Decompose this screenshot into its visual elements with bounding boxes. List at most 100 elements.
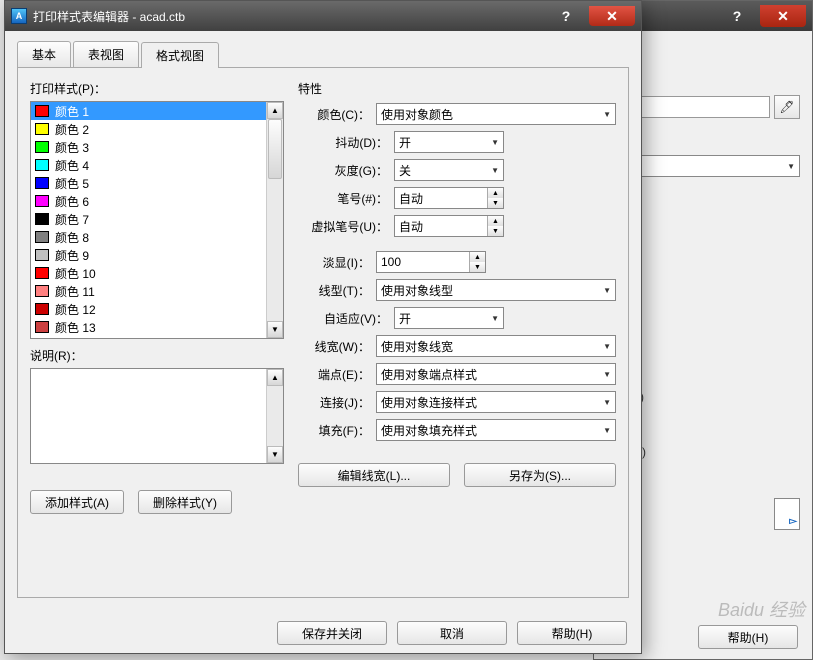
list-item-label: 颜色 6 [55, 193, 89, 210]
fillstyle-label: 填充(F)： [298, 422, 370, 439]
list-item-label: 颜色 12 [55, 301, 96, 318]
fillstyle-combo[interactable]: 使用对象填充样式 [376, 419, 616, 441]
color-combo[interactable]: 使用对象颜色 [376, 103, 616, 125]
color-value: 使用对象颜色 [381, 106, 453, 123]
tab-basic[interactable]: 基本 [17, 41, 71, 67]
color-swatch-icon [35, 303, 49, 315]
spin-down-icon[interactable]: ▼ [470, 262, 485, 272]
description-textarea[interactable]: ▲ ▼ [30, 368, 284, 464]
list-item[interactable]: 颜色 7 [31, 210, 266, 228]
color-swatch-icon [35, 141, 49, 153]
list-item[interactable]: 颜色 1 [31, 102, 266, 120]
tab-table[interactable]: 表视图 [73, 41, 139, 67]
plot-styles-list[interactable]: 颜色 1颜色 2颜色 3颜色 4颜色 5颜色 6颜色 7颜色 8颜色 9颜色 1… [30, 101, 284, 339]
app-icon: A [11, 8, 27, 24]
scroll-up-icon[interactable]: ▲ [267, 102, 283, 119]
color-swatch-icon [35, 123, 49, 135]
list-item[interactable]: 颜色 4 [31, 156, 266, 174]
vpen-value: 自动 [399, 218, 423, 235]
help-button[interactable]: 帮助(H) [517, 621, 627, 645]
list-item-label: 颜色 3 [55, 139, 89, 156]
vpen-label: 虚拟笔号(U)： [298, 218, 388, 235]
color-swatch-icon [35, 213, 49, 225]
linetype-value: 使用对象线型 [381, 282, 453, 299]
color-label: 颜色(C)： [298, 106, 370, 123]
list-item-label: 颜色 5 [55, 175, 89, 192]
desc-scroll-up-icon[interactable]: ▲ [267, 369, 283, 386]
dither-combo[interactable]: 开 [394, 131, 504, 153]
adaptive-combo[interactable]: 开 [394, 307, 504, 329]
bg-help-button[interactable]: ? [714, 5, 760, 27]
pen-label: 笔号(#)： [298, 190, 388, 207]
scroll-down-icon[interactable]: ▼ [267, 321, 283, 338]
endstyle-value: 使用对象端点样式 [381, 366, 477, 383]
pen-spinner[interactable]: 自动▲▼ [394, 187, 504, 209]
screening-label: 淡显(I)： [298, 254, 370, 271]
window-title: 打印样式表编辑器 - acad.ctb [33, 8, 543, 25]
joinstyle-value: 使用对象连接样式 [381, 394, 477, 411]
plot-styles-label: 打印样式(P)： [30, 80, 284, 97]
tab-form[interactable]: 格式视图 [141, 42, 219, 68]
lineweight-label: 线宽(W)： [298, 338, 370, 355]
bg-brush-button[interactable]: 🖊 [774, 95, 800, 119]
desc-scrollbar[interactable]: ▲ ▼ [266, 369, 283, 463]
joinstyle-combo[interactable]: 使用对象连接样式 [376, 391, 616, 413]
list-item[interactable]: 颜色 8 [31, 228, 266, 246]
list-item[interactable]: 颜色 2 [31, 120, 266, 138]
form-view-panel: 打印样式(P)： 颜色 1颜色 2颜色 3颜色 4颜色 5颜色 6颜色 7颜色 … [17, 68, 629, 598]
color-swatch-icon [35, 195, 49, 207]
spin-down-icon[interactable]: ▼ [488, 198, 503, 208]
list-item[interactable]: 颜色 12 [31, 300, 266, 318]
add-style-button[interactable]: 添加样式(A) [30, 490, 124, 514]
scroll-thumb[interactable] [268, 119, 282, 179]
bg-help-footer-button[interactable]: 帮助(H) [698, 625, 798, 649]
brush-icon: 🖊 [779, 100, 794, 114]
grayscale-value: 关 [399, 162, 411, 179]
plot-style-editor-dialog: A 打印样式表编辑器 - acad.ctb ? ✕ 基本 表视图 格式视图 打印… [4, 0, 642, 654]
grayscale-combo[interactable]: 关 [394, 159, 504, 181]
spin-up-icon[interactable]: ▲ [488, 216, 503, 226]
spin-up-icon[interactable]: ▲ [470, 252, 485, 262]
spin-down-icon[interactable]: ▼ [488, 226, 503, 236]
list-item[interactable]: 颜色 9 [31, 246, 266, 264]
list-item-label: 颜色 9 [55, 247, 89, 264]
list-item[interactable]: 颜色 10 [31, 264, 266, 282]
list-scrollbar[interactable]: ▲ ▼ [266, 102, 283, 338]
endstyle-label: 端点(E)： [298, 366, 370, 383]
color-swatch-icon [35, 267, 49, 279]
bg-close-button[interactable]: ✕ [760, 5, 806, 27]
list-item[interactable]: 颜色 13 [31, 318, 266, 336]
list-item-label: 颜色 2 [55, 121, 89, 138]
list-item[interactable]: 颜色 6 [31, 192, 266, 210]
list-item[interactable]: 颜色 11 [31, 282, 266, 300]
edit-lineweight-button[interactable]: 编辑线宽(L)... [298, 463, 450, 487]
color-swatch-icon [35, 177, 49, 189]
titlebar-help-button[interactable]: ? [543, 6, 589, 26]
list-item-label: 颜色 11 [55, 283, 95, 300]
list-item-label: 颜色 4 [55, 157, 89, 174]
screening-value: 100 [381, 255, 401, 269]
spin-up-icon[interactable]: ▲ [488, 188, 503, 198]
endstyle-combo[interactable]: 使用对象端点样式 [376, 363, 616, 385]
screening-spinner[interactable]: 100 ▲▼ [376, 251, 486, 273]
save-close-button[interactable]: 保存并关闭 [277, 621, 387, 645]
desc-scroll-down-icon[interactable]: ▼ [267, 446, 283, 463]
list-item[interactable]: 颜色 3 [31, 138, 266, 156]
cancel-button[interactable]: 取消 [397, 621, 507, 645]
linetype-combo[interactable]: 使用对象线型 [376, 279, 616, 301]
color-swatch-icon [35, 159, 49, 171]
vpen-spinner[interactable]: 自动 ▲▼ [394, 215, 504, 237]
dither-value: 开 [399, 134, 411, 151]
lineweight-combo[interactable]: 使用对象线宽 [376, 335, 616, 357]
joinstyle-label: 连接(J)： [298, 394, 370, 411]
list-item-label: 颜色 13 [55, 319, 96, 336]
list-item[interactable]: 颜色 5 [31, 174, 266, 192]
delete-style-button[interactable]: 删除样式(Y) [138, 490, 232, 514]
titlebar-close-button[interactable]: ✕ [589, 6, 635, 26]
color-swatch-icon [35, 249, 49, 261]
list-item-label: 颜色 1 [55, 103, 89, 120]
page-arrow-icon[interactable]: ▻ [774, 498, 800, 530]
save-as-button[interactable]: 另存为(S)... [464, 463, 616, 487]
color-swatch-icon [35, 285, 49, 297]
titlebar: A 打印样式表编辑器 - acad.ctb ? ✕ [5, 1, 641, 31]
